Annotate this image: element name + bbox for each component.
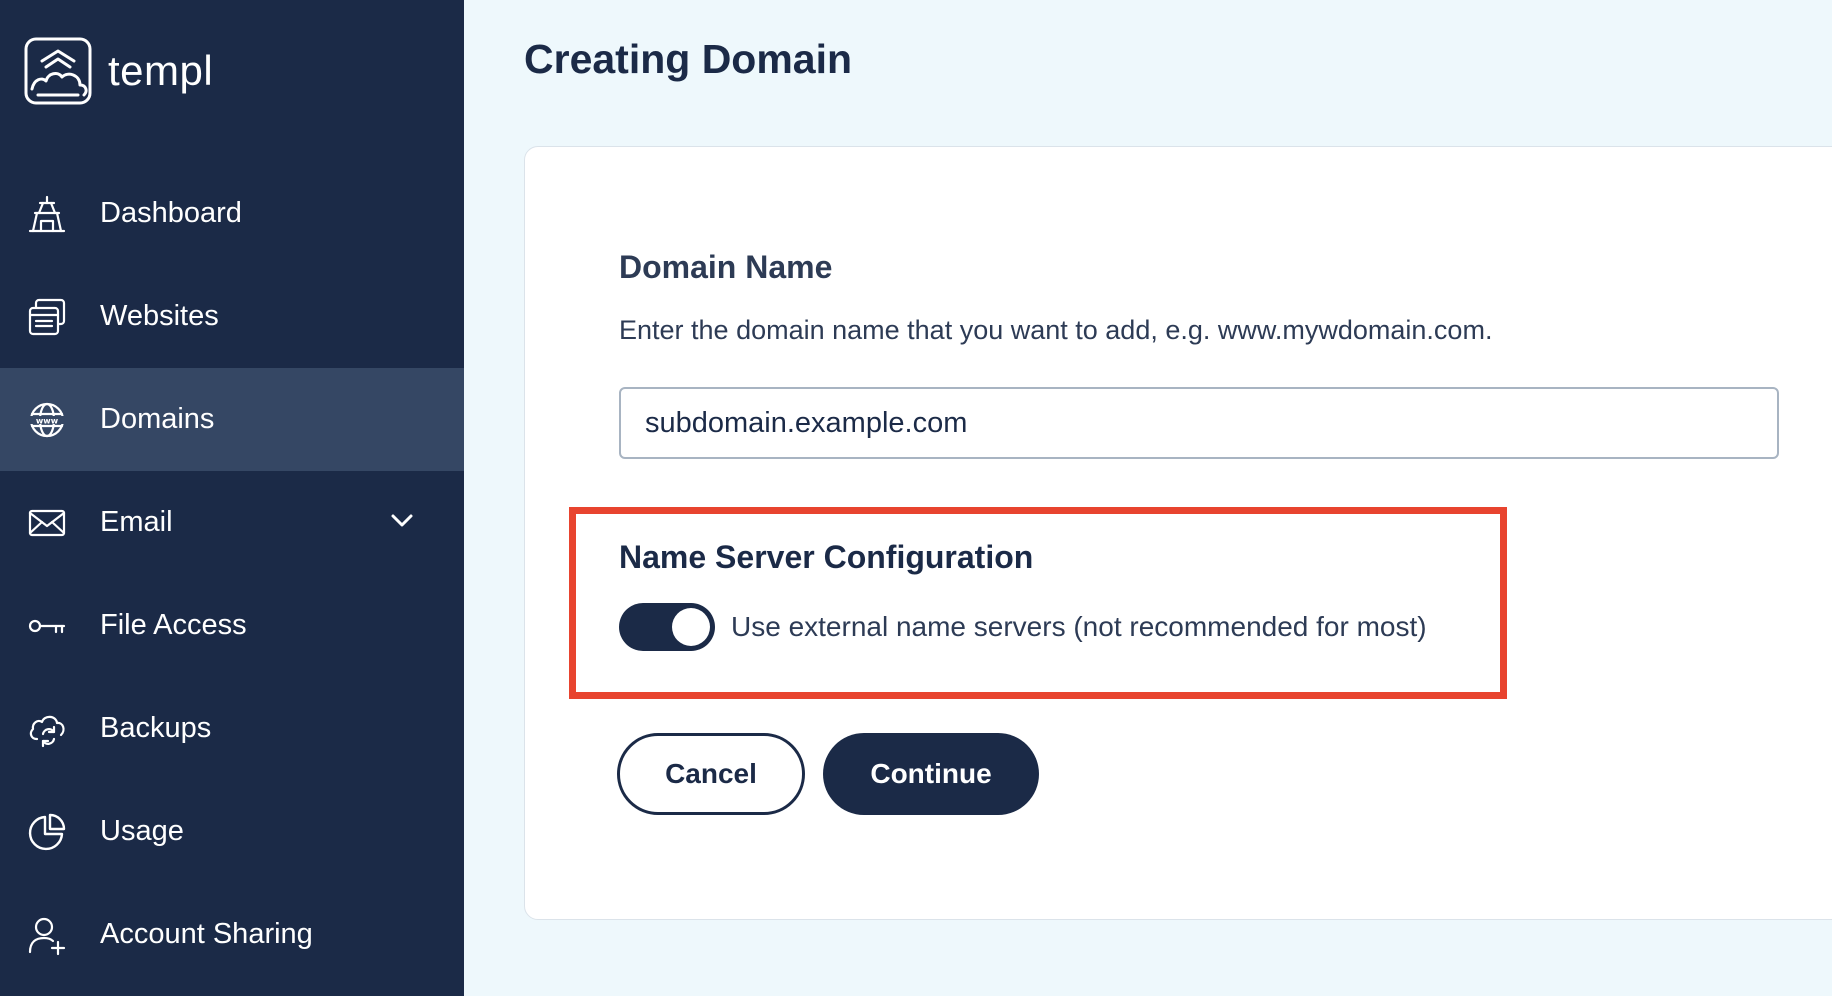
- pie-chart-icon: [28, 813, 66, 850]
- websites-icon: [28, 298, 66, 335]
- domain-name-description: Enter the domain name that you want to a…: [619, 315, 1493, 345]
- sidebar-item-backups[interactable]: Backups: [0, 677, 464, 780]
- sidebar-item-websites[interactable]: Websites: [0, 265, 464, 368]
- external-nameservers-row: Use external name servers (not recommend…: [619, 603, 1427, 651]
- toggle-knob: [672, 608, 710, 646]
- create-domain-card: Domain Name Enter the domain name that y…: [524, 146, 1832, 920]
- sidebar-item-label: Websites: [100, 300, 219, 332]
- dashboard-icon: [28, 195, 66, 232]
- sidebar-item-account-sharing[interactable]: Account Sharing: [0, 883, 464, 986]
- sidebar-item-usage[interactable]: Usage: [0, 780, 464, 883]
- sidebar-item-dashboard[interactable]: Dashboard: [0, 162, 464, 265]
- brand-name: templ: [108, 47, 214, 94]
- sidebar-item-email[interactable]: Email: [0, 471, 464, 574]
- sidebar-item-label: Account Sharing: [100, 918, 313, 950]
- domain-name-heading: Domain Name: [619, 249, 833, 285]
- sidebar-item-file-access[interactable]: File Access: [0, 574, 464, 677]
- name-server-heading: Name Server Configuration: [619, 539, 1034, 575]
- chevron-down-icon[interactable]: [388, 507, 416, 535]
- cancel-button[interactable]: Cancel: [617, 733, 805, 815]
- sidebar-item-label: Domains: [100, 403, 215, 435]
- sidebar-item-domains[interactable]: www Domains: [0, 368, 464, 471]
- sidebar-nav: Dashboard Websites www Domains Email Fil…: [0, 162, 464, 986]
- main-content: Creating Domain Domain Name Enter the do…: [464, 0, 1832, 996]
- sidebar-item-label: Backups: [100, 712, 212, 744]
- page-title: Creating Domain: [524, 36, 853, 82]
- continue-button[interactable]: Continue: [823, 733, 1039, 815]
- templ-logo-icon: [24, 37, 92, 105]
- globe-icon: www: [29, 402, 65, 437]
- sidebar: templ Dashboard Websites www Domains Ema…: [0, 0, 464, 996]
- brand-logo[interactable]: templ: [24, 36, 213, 106]
- sidebar-item-label: File Access: [100, 609, 247, 641]
- sidebar-item-label: Dashboard: [100, 197, 242, 229]
- sidebar-item-label: Usage: [100, 815, 184, 847]
- sidebar-item-label: Email: [100, 506, 173, 538]
- add-user-icon: [28, 917, 66, 955]
- domain-name-input[interactable]: [619, 387, 1779, 459]
- external-nameservers-toggle[interactable]: [619, 603, 715, 651]
- envelope-icon: [28, 509, 66, 536]
- cloud-sync-icon: [29, 715, 65, 747]
- key-icon: [28, 619, 66, 633]
- svg-text:www: www: [36, 416, 59, 425]
- external-nameservers-label[interactable]: Use external name servers (not recommend…: [731, 611, 1427, 643]
